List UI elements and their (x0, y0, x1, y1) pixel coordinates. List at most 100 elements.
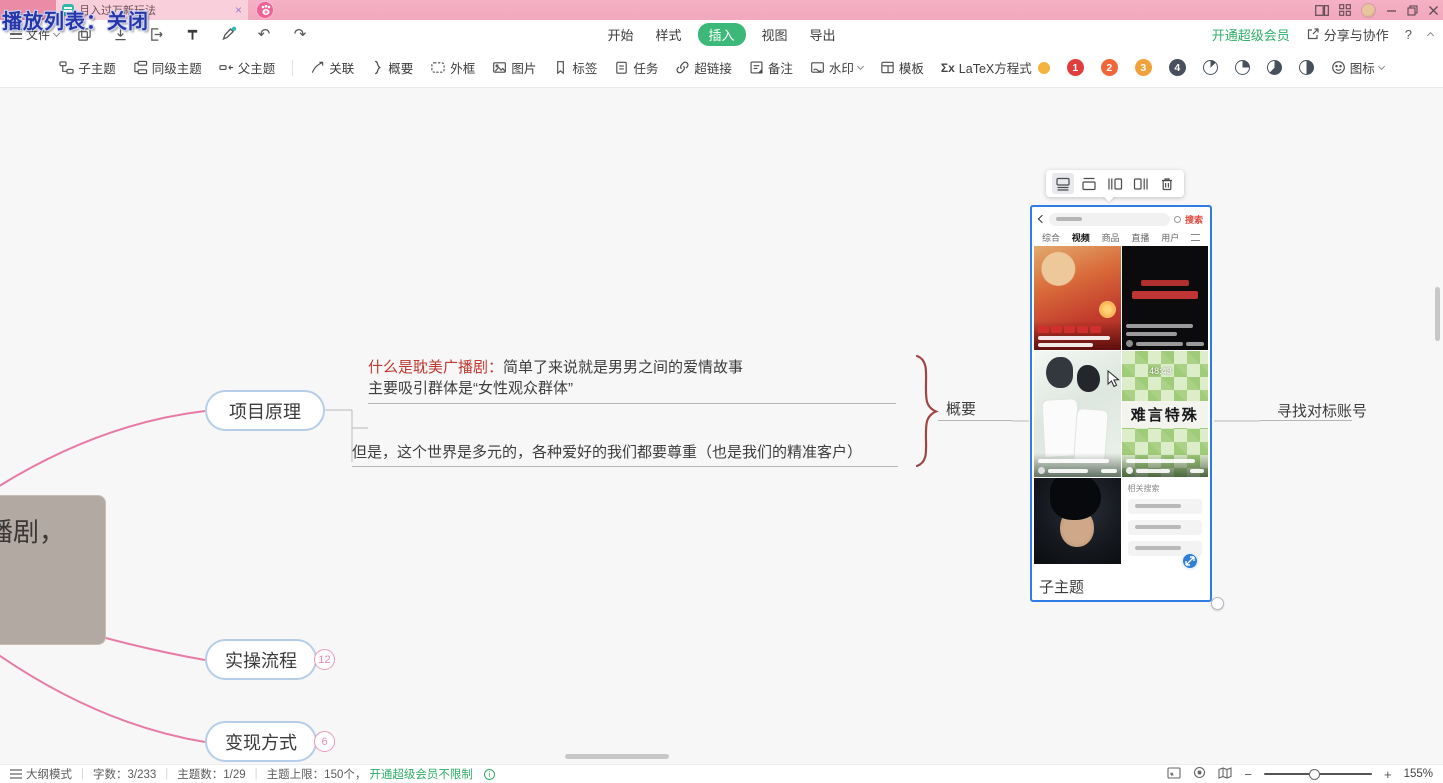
sticker-badge (1099, 301, 1116, 318)
node-label: 项目原理 (229, 398, 301, 424)
parent-topic-label: 父主题 (238, 58, 276, 77)
redo-button[interactable]: ↷ (289, 23, 311, 45)
node-find-benchmark[interactable]: 寻找对标账号 (1277, 400, 1367, 421)
node-corner-handle[interactable] (1211, 597, 1224, 610)
boundary-label: 外框 (450, 58, 475, 77)
collapsed-count-badge[interactable]: 12 (314, 649, 335, 670)
image-right-of-text-button[interactable] (1130, 173, 1152, 194)
icons-button[interactable]: 图标 (1331, 58, 1384, 77)
find-benchmark-underline (1260, 420, 1352, 421)
upgrade-unlimited-link[interactable]: 开通超级会员不限制 (369, 766, 473, 782)
node-label: 变现方式 (225, 729, 297, 755)
hyperlink-button[interactable]: 超链接 (675, 58, 732, 77)
zoom-slider[interactable] (1264, 773, 1372, 775)
subtopic-label: 子主题 (78, 58, 116, 77)
undo-button[interactable]: ↶ (253, 23, 275, 45)
relationship-button[interactable]: 关联 (310, 58, 354, 77)
summary-button[interactable]: 概要 (371, 58, 413, 77)
watermark-button[interactable]: 水印 (810, 58, 863, 77)
menu-start[interactable]: 开始 (601, 23, 639, 46)
image-below-text-button[interactable] (1052, 173, 1074, 194)
latex-label: LaTeX方程式 (959, 58, 1032, 77)
progress-62-icon[interactable] (1267, 60, 1282, 75)
boundary-button[interactable]: 外框 (430, 58, 475, 77)
priority-4-button[interactable]: 4 (1169, 59, 1186, 76)
mindmap-canvas[interactable]: 播剧， 项目原理 什么是耽美广播剧：简单了来说就是男男之间的爱情故事 主要吸引群… (0, 88, 1443, 764)
upgrade-membership-link[interactable]: 开通超级会员 (1212, 25, 1290, 44)
vertical-scrollbar[interactable] (1435, 287, 1440, 341)
sibling-topic-button[interactable]: 同级主题 (133, 58, 202, 77)
outline-mode-button[interactable]: 大纲模式 (10, 766, 72, 782)
task-label: 任务 (633, 58, 658, 77)
node-practical-process[interactable]: 实操流程 (205, 639, 317, 680)
minimap-button[interactable] (1218, 767, 1232, 782)
menu-style[interactable]: 样式 (649, 23, 687, 46)
vip-badge-icon (1038, 62, 1050, 74)
clipped-root-node[interactable]: 播剧， (0, 495, 106, 645)
horizontal-scrollbar[interactable] (565, 754, 669, 759)
delete-image-button[interactable] (1156, 173, 1178, 194)
latex-button[interactable]: Σx LaTeX方程式 (941, 58, 1050, 77)
menu-insert[interactable]: 插入 (697, 23, 745, 46)
phone-tab: 直播 (1131, 231, 1149, 244)
node-monetization[interactable]: 变现方式 (205, 721, 317, 762)
gear-icon (1174, 216, 1181, 223)
node-diversity-text[interactable]: 但是，这个世界是多元的，各种爱好的我们都要尊重（也是我们的精准客户） (352, 442, 898, 467)
subtopic-text[interactable]: 子主题 (1039, 576, 1084, 597)
zoom-out-button[interactable]: − (1244, 767, 1252, 782)
image-left-of-text-button[interactable] (1104, 173, 1126, 194)
subtopic-button[interactable]: 子主题 (59, 58, 116, 77)
restore-button[interactable] (1407, 5, 1418, 16)
fit-screen-button[interactable] (1167, 767, 1181, 782)
priority-3-button[interactable]: 3 (1135, 59, 1152, 76)
close-button[interactable] (1428, 5, 1439, 16)
help-button[interactable]: ? (1405, 27, 1412, 42)
text-black-body: 简单了来说就是男男之间的爱情故事 (503, 359, 743, 376)
image-resize-handle[interactable] (1181, 552, 1199, 570)
playlist-overlay-caption: 播放列表：关闭 (2, 5, 149, 34)
note-button[interactable]: 备注 (749, 58, 793, 77)
priority-2-button[interactable]: 2 (1101, 59, 1118, 76)
filter-icon (1191, 234, 1200, 241)
progress-12-icon[interactable] (1203, 60, 1218, 75)
new-tab-paw-button[interactable] (256, 1, 274, 19)
video-timestamp: 48:43 (1149, 366, 1172, 376)
minimize-button[interactable] (1386, 5, 1397, 16)
menu-export[interactable]: 导出 (804, 23, 842, 46)
zoom-in-button[interactable]: + (1384, 767, 1392, 782)
node-summary[interactable]: 概要 (946, 398, 976, 419)
task-button[interactable]: 任务 (614, 58, 658, 77)
selected-image-node[interactable]: 搜索 综合 视频 商品 直播 用户 (1030, 205, 1212, 602)
progress-50-icon[interactable] (1299, 60, 1314, 75)
node-project-principle[interactable]: 项目原理 (205, 390, 325, 431)
format-painter-icon[interactable] (181, 23, 203, 45)
parent-topic-button[interactable]: 父主题 (219, 58, 276, 77)
phone-search-button: 搜索 (1185, 213, 1203, 226)
image-above-text-button[interactable] (1078, 173, 1100, 194)
laser-pen-button[interactable] (217, 23, 239, 45)
apps-grid-icon[interactable] (1339, 4, 1351, 16)
related-search-item (1128, 520, 1203, 535)
collapse-toolbar-icon[interactable] (1427, 32, 1434, 39)
node-what-is-text[interactable]: 什么是耽美广播剧：简单了来说就是男男之间的爱情故事 主要吸引群体是“女性观众群体… (368, 357, 896, 404)
locate-center-button[interactable] (1193, 766, 1206, 782)
priority-1-button[interactable]: 1 (1067, 59, 1084, 76)
clipped-node-text: 播剧， (0, 517, 65, 547)
collapsed-count-badge[interactable]: 6 (314, 731, 335, 752)
share-collaborate-button[interactable]: 分享与协作 (1306, 25, 1389, 44)
tag-button[interactable]: 标签 (553, 58, 597, 77)
icons-label: 图标 (1350, 58, 1375, 77)
template-button[interactable]: 模板 (880, 58, 924, 77)
image-button[interactable]: 图片 (492, 58, 536, 77)
summary-underline (938, 420, 1012, 421)
progress-25-icon[interactable] (1235, 60, 1250, 75)
zoom-slider-knob[interactable] (1309, 769, 1320, 780)
user-avatar[interactable] (1361, 3, 1376, 18)
tab-close-icon[interactable]: × (235, 3, 242, 17)
divider: | (255, 768, 258, 780)
outline-mode-label: 大纲模式 (26, 766, 72, 782)
topic-count: 主题数：1/29 (177, 766, 245, 782)
watermark-label: 水印 (829, 58, 854, 77)
layout-split-icon[interactable] (1315, 5, 1329, 16)
menu-view[interactable]: 视图 (756, 23, 794, 46)
